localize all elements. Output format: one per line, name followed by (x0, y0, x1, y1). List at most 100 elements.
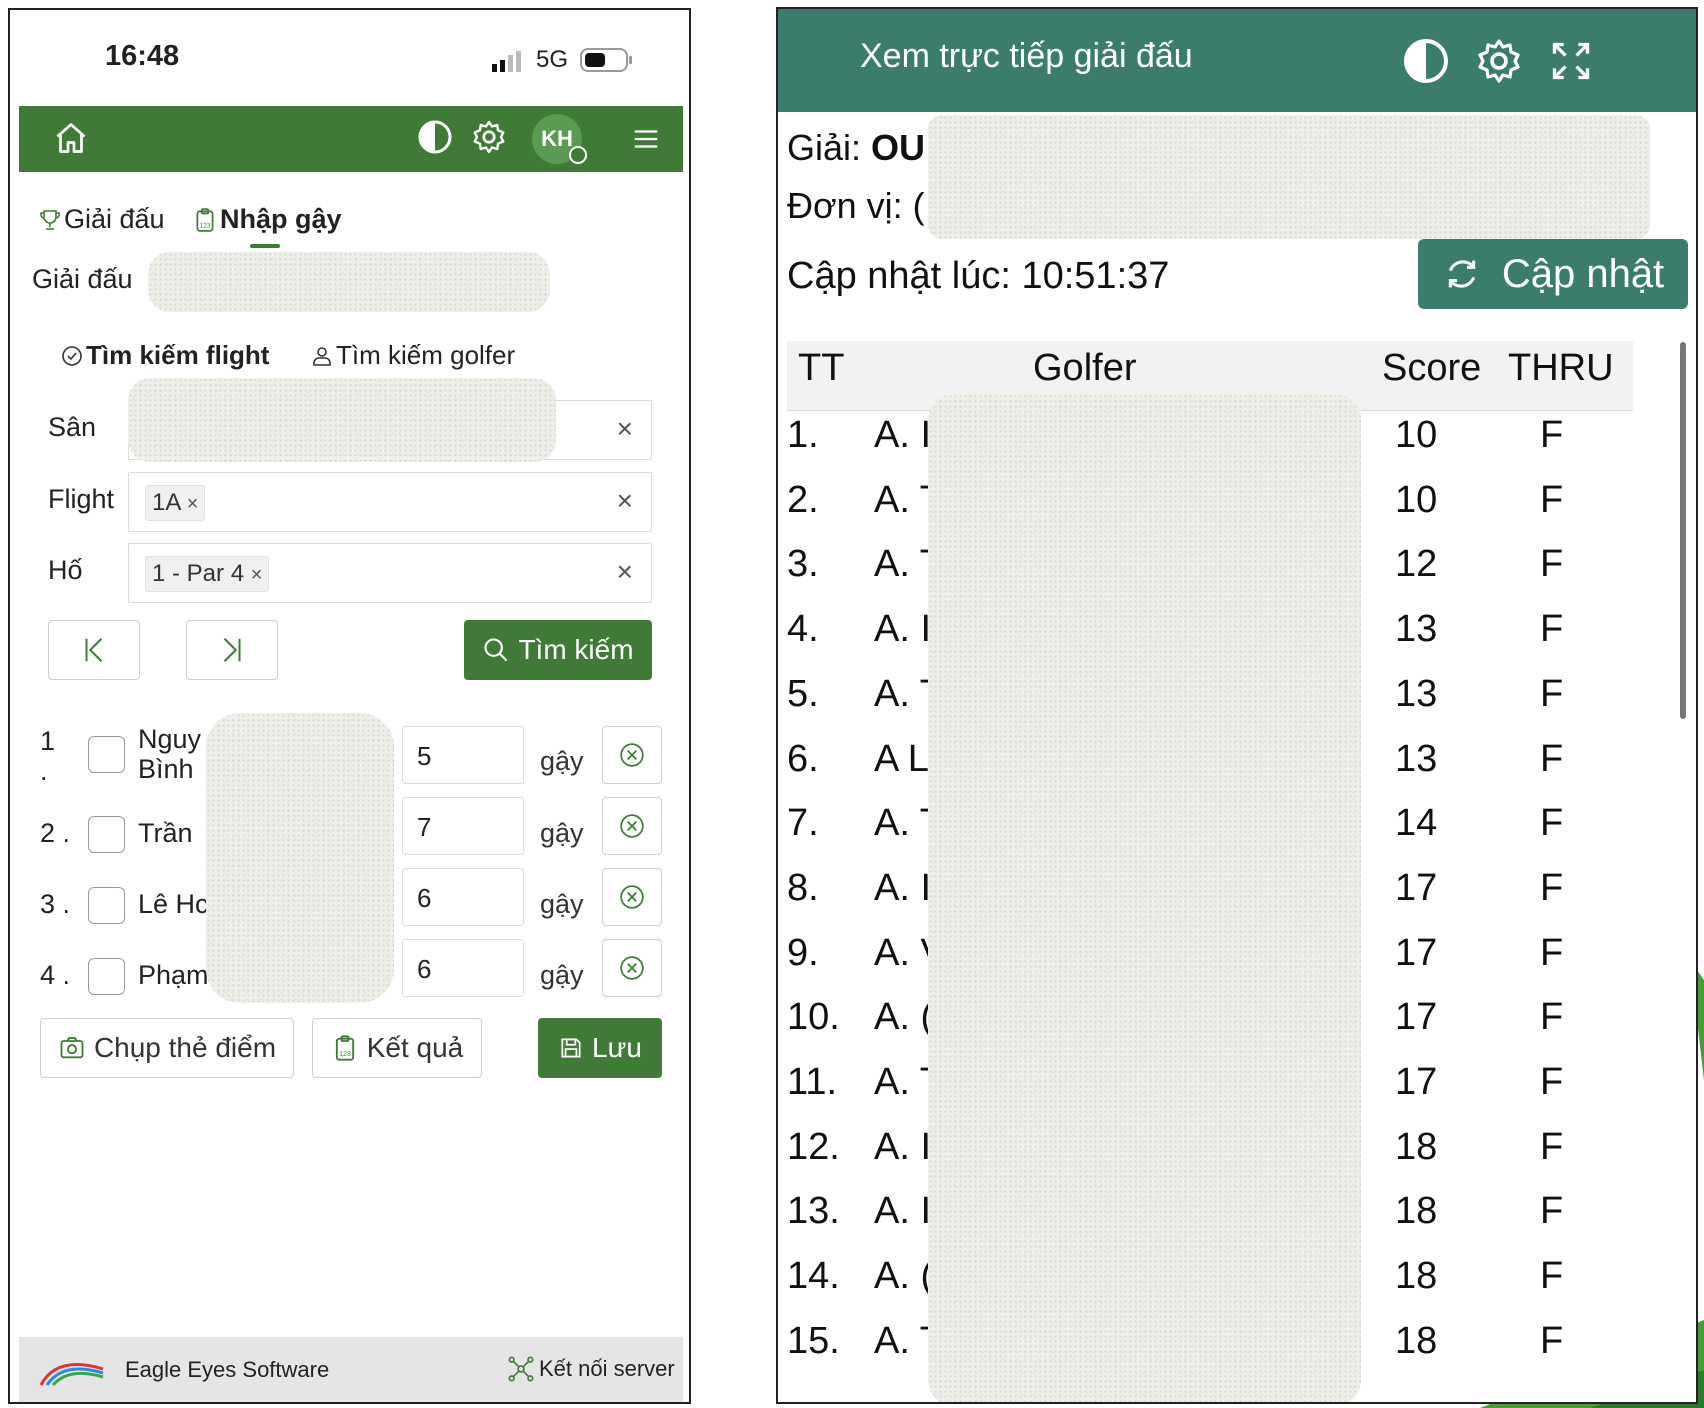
player-checkbox[interactable] (88, 958, 125, 995)
clear-icon[interactable]: × (617, 415, 633, 443)
hole-tag-value: 1 - Par 4 (152, 560, 245, 587)
thru-cell: F (1540, 1190, 1564, 1232)
score-unit: gậy (540, 889, 584, 919)
live-leaderboard: Xem trực tiếp giải đấu Giải: OU Đơn vị: … (776, 7, 1698, 1404)
status-bar: 16:48 5G (10, 10, 689, 106)
rank-cell: 4. (787, 608, 819, 650)
save-label: Lưu (592, 1032, 642, 1063)
score-input[interactable]: 5 (402, 726, 524, 784)
contrast-icon[interactable] (417, 119, 453, 155)
remove-player-button[interactable] (602, 939, 662, 997)
trophy-icon (40, 209, 60, 230)
scan-scorecard-button[interactable]: Chụp thẻ điểm (40, 1018, 294, 1078)
results-button[interactable]: 123 Kết quả (312, 1018, 482, 1078)
camera-icon (60, 1037, 84, 1059)
scrollbar[interactable] (1680, 342, 1686, 719)
thru-cell: F (1540, 867, 1564, 909)
signal-icon (492, 51, 521, 72)
close-circle-icon (620, 885, 644, 909)
rank-cell: 7. (787, 802, 819, 844)
search-button[interactable]: Tìm kiếm (464, 620, 652, 680)
last-button[interactable] (186, 620, 278, 680)
app-bar: KH (19, 106, 683, 172)
search-golfer-label: Tìm kiếm golfer (336, 340, 516, 370)
phone-screen: 16:48 5G KH Giải đấu 123 Nhập gậy Giải đ… (8, 8, 691, 1404)
hole-select[interactable]: 1 - Par 4 × × (128, 543, 652, 603)
search-icon (484, 638, 508, 662)
live-title: Xem trực tiếp giải đấu (860, 37, 1193, 75)
golfer-cell: A. I (874, 1126, 932, 1168)
close-circle-icon (620, 956, 644, 980)
score-unit: gậy (540, 746, 584, 776)
row-number: 4 . (40, 960, 71, 990)
row-number: 1 (40, 726, 56, 756)
home-icon[interactable] (53, 120, 89, 156)
hole-label: Hố (48, 555, 83, 585)
first-button[interactable] (48, 620, 140, 680)
thru-cell: F (1540, 608, 1564, 650)
remove-tag-icon[interactable]: × (187, 493, 199, 515)
clear-icon[interactable]: × (617, 487, 633, 515)
player-names-redacted (206, 713, 394, 1003)
player-name: Trần (138, 818, 193, 848)
player-checkbox[interactable] (88, 816, 125, 853)
score-cell: 17 (1395, 867, 1438, 909)
unit-value: ( (912, 185, 925, 226)
refresh-icon (1448, 260, 1475, 288)
remove-tag-icon[interactable]: × (251, 564, 263, 586)
menu-icon[interactable] (631, 124, 661, 154)
clipboard-icon: 123 (196, 207, 214, 232)
score-unit: gậy (540, 818, 584, 848)
skip-last-icon (223, 638, 241, 662)
search-flight-tab[interactable]: Tìm kiếm flight (60, 340, 269, 371)
user-icon (313, 346, 331, 366)
footer-bar: Eagle Eyes Software Kết nối server (19, 1337, 683, 1402)
clipboard-icon: 123 (335, 1035, 354, 1061)
check-circle-icon (62, 345, 82, 366)
course-value-redacted (128, 378, 556, 462)
unit-line: Đơn vị: ( (787, 185, 925, 227)
flight-label: Flight (48, 484, 115, 514)
remove-player-button[interactable] (602, 868, 662, 926)
score-cell: 17 (1395, 996, 1438, 1038)
clear-icon[interactable]: × (617, 558, 633, 586)
remove-player-button[interactable] (602, 726, 662, 784)
player-checkbox[interactable] (88, 736, 125, 773)
rank-cell: 10. (787, 996, 840, 1038)
save-button[interactable]: Lưu (538, 1018, 662, 1078)
flight-select[interactable]: 1A × × (128, 472, 652, 532)
rank-cell: 2. (787, 479, 819, 521)
golfer-cell: A. I (874, 1190, 932, 1232)
skip-first-icon (85, 638, 103, 662)
svg-text:123: 123 (339, 1051, 351, 1058)
player-checkbox[interactable] (88, 887, 125, 924)
search-golfer-tab[interactable]: Tìm kiếm golfer (310, 340, 515, 371)
gear-icon[interactable] (1475, 37, 1523, 85)
row-number: 2 . (40, 818, 71, 848)
connect-server-link[interactable]: Kết nối server (507, 1355, 675, 1383)
golfer-cell: A. ( (874, 1255, 934, 1297)
tab-tournament[interactable]: Giải đấu (38, 204, 165, 235)
contrast-icon[interactable] (1402, 37, 1450, 85)
fullscreen-icon[interactable] (1549, 39, 1593, 83)
thru-cell: F (1540, 932, 1564, 974)
score-input[interactable]: 6 (402, 868, 524, 926)
network-icon (508, 1356, 534, 1382)
scan-label: Chụp thẻ điểm (93, 1032, 277, 1063)
column-header-golfer: Golfer (1033, 347, 1137, 389)
refresh-button[interactable]: Cập nhật (1418, 239, 1688, 309)
tab-score-entry[interactable]: 123 Nhập gậy (192, 204, 342, 235)
score-input[interactable]: 6 (402, 939, 524, 997)
tournament-value: OU (871, 127, 926, 168)
tab-label: Giải đấu (64, 204, 165, 234)
rank-cell: 8. (787, 867, 819, 909)
tournament-select-redacted[interactable] (148, 252, 550, 312)
online-badge (569, 146, 587, 164)
remove-player-button[interactable] (602, 797, 662, 855)
gear-icon[interactable] (471, 119, 507, 155)
thru-cell: F (1540, 996, 1564, 1038)
score-cell: 13 (1395, 738, 1438, 780)
tournament-prefix: Giải: (787, 127, 862, 168)
thru-cell: F (1540, 1255, 1564, 1297)
score-input[interactable]: 7 (402, 797, 524, 855)
